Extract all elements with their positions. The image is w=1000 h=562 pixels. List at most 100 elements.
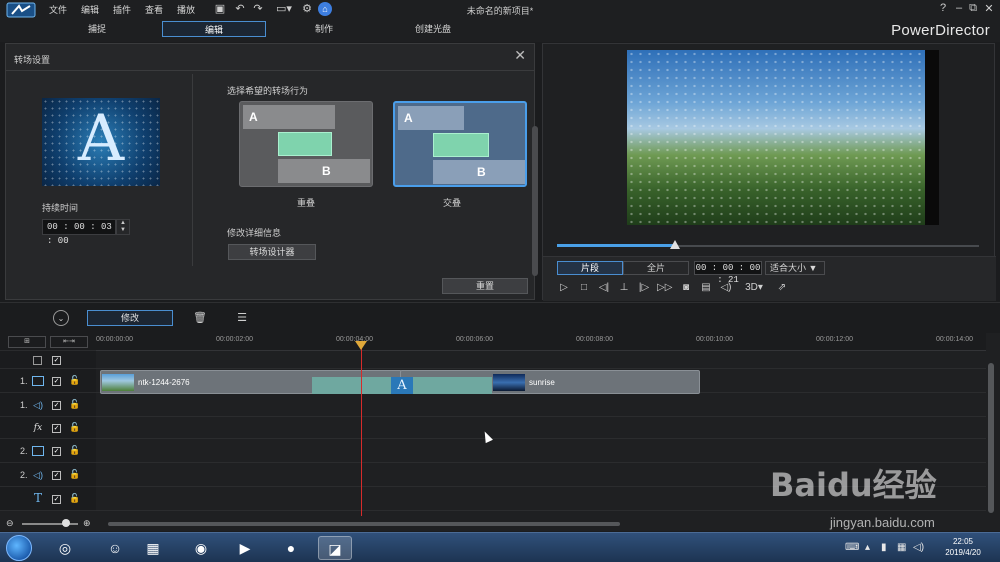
- taskbar-qq-icon[interactable]: ☺: [98, 536, 132, 560]
- fit-timeline-icon[interactable]: ⊞: [8, 336, 46, 348]
- playhead-handle[interactable]: [355, 341, 367, 350]
- taskbar-media-icon[interactable]: ▶: [228, 536, 262, 560]
- zoom-fit-select[interactable]: 适合大小 ▼: [765, 261, 825, 275]
- taskbar-360-icon[interactable]: ◎: [48, 536, 82, 560]
- time-ruler[interactable]: 00:00:00:00 00:00:02:00 00:00:04:00 00:0…: [96, 333, 986, 351]
- taskbar-recorder-icon[interactable]: ●: [274, 536, 308, 560]
- lock-icon[interactable]: 🔓: [69, 493, 80, 504]
- window-title: 未命名的新项目*: [466, 6, 534, 16]
- title-track-icon: T: [33, 491, 42, 505]
- zoom-in-icon[interactable]: ⊕: [83, 518, 91, 529]
- timeline-header: ⊞ ⇤⇥: [0, 333, 96, 351]
- modify-button[interactable]: 修改: [87, 310, 173, 326]
- toolbar-divider: [0, 302, 1000, 303]
- tick-label: 00:00:08:00: [576, 336, 613, 343]
- subtitle-icon[interactable]: ▤: [699, 281, 713, 295]
- track-number: 1.: [20, 400, 28, 410]
- fx-track-icon: fx: [33, 423, 43, 433]
- track-row-audio-1[interactable]: [96, 393, 986, 417]
- taskbar-firefox-icon[interactable]: ◉: [184, 536, 218, 560]
- timeline-vertical-scrollbar[interactable]: [988, 363, 994, 513]
- thumbnail-letter: A: [77, 102, 125, 176]
- preview-panel: 片段 全片 00 : 00 : 00 : 21 适合大小 ▼ ▷ □ ◁| ⊥ …: [542, 43, 996, 301]
- close-icon[interactable]: ✕: [514, 47, 526, 64]
- duration-stepper[interactable]: ▲ ▼: [116, 219, 130, 235]
- clip-mode-button[interactable]: 片段: [557, 261, 623, 275]
- track-enable-checkbox[interactable]: ✓: [52, 377, 61, 386]
- enable-all-checkbox[interactable]: ✓: [52, 356, 61, 365]
- close-window-icon[interactable]: ✕: [982, 2, 996, 15]
- start-button[interactable]: [6, 535, 32, 561]
- split-icon[interactable]: ⊥: [617, 281, 631, 295]
- crossfade-block: [433, 133, 489, 157]
- tab-create-disc[interactable]: 创建光盘: [381, 21, 485, 37]
- settings-vertical-scrollbar[interactable]: [532, 126, 538, 276]
- audio-track-icon: ◁): [33, 470, 43, 480]
- track-enable-checkbox[interactable]: ✓: [52, 401, 61, 410]
- zoom-slider-handle[interactable]: [62, 519, 70, 527]
- clock-time: 22:05: [952, 537, 974, 546]
- duration-label: 持续时间: [42, 203, 79, 213]
- zoom-out-icon[interactable]: ⊖: [6, 518, 14, 529]
- stop-icon[interactable]: □: [577, 281, 591, 295]
- 3d-mode-button[interactable]: 3D▾: [741, 281, 767, 295]
- fast-forward-icon[interactable]: ▷▷: [657, 281, 672, 295]
- tray-network-icon[interactable]: ▦: [897, 542, 906, 553]
- taskbar-explorer-icon[interactable]: ▦: [136, 536, 170, 560]
- track-header-all: ✓: [0, 351, 96, 369]
- preview-timecode[interactable]: 00 : 00 : 00 : 21: [694, 261, 762, 285]
- overlap-block: [278, 132, 332, 156]
- select-all-toggle[interactable]: [33, 356, 42, 365]
- track-manager-icon[interactable]: ☰: [234, 310, 250, 326]
- previous-frame-icon[interactable]: ◁|: [597, 281, 611, 295]
- lock-icon[interactable]: 🔓: [69, 375, 80, 386]
- lock-icon[interactable]: 🔓: [69, 399, 80, 410]
- taskbar-powerdirector-icon[interactable]: ◪: [318, 536, 352, 560]
- clip-name: ntk-1244-2676: [138, 378, 190, 387]
- movie-mode-button[interactable]: 全片: [623, 261, 689, 275]
- playback-slider-handle[interactable]: [670, 240, 680, 249]
- preview-screen: [627, 50, 925, 225]
- trash-icon[interactable]: 🗑: [192, 310, 208, 326]
- taskbar-clock[interactable]: 22:05 2019/4/20: [938, 536, 988, 558]
- tab-produce[interactable]: 制作: [272, 21, 376, 37]
- lock-icon[interactable]: 🔓: [69, 445, 80, 456]
- column-divider: [192, 74, 193, 266]
- transition-settings-panel: 转场设置 ✕ A 持续时间 00 : 00 : 03 : 00 ▲ ▼ 选择希望的…: [5, 43, 538, 312]
- behavior-card-overlap[interactable]: A B: [239, 101, 373, 187]
- tray-show-hidden-icon[interactable]: ▴: [865, 542, 870, 553]
- transition-marker[interactable]: A: [391, 377, 413, 394]
- next-frame-icon[interactable]: |▷: [637, 281, 651, 295]
- tray-keyboard-icon[interactable]: ⌨: [845, 542, 859, 553]
- tray-battery-icon[interactable]: ▮: [881, 542, 887, 553]
- play-icon[interactable]: ▷: [557, 281, 571, 295]
- tray-volume-icon[interactable]: ◁): [913, 542, 924, 553]
- preview-letterbox: [925, 50, 939, 225]
- expand-icon[interactable]: ⌄: [53, 310, 69, 326]
- timeline-scroll-thumb[interactable]: [108, 522, 620, 526]
- lock-icon[interactable]: 🔓: [69, 422, 80, 433]
- title-bar: 文件 编辑 插件 查看 播放 ▣ ↶ ↷ ▭▾ ⚙ ⌂ 未命名的新项目* ? –…: [0, 0, 1000, 18]
- behavior-card-crossfade[interactable]: A B: [393, 101, 527, 187]
- help-button[interactable]: ?: [936, 2, 950, 14]
- tab-capture[interactable]: 捕捉: [45, 21, 149, 37]
- minimize-icon[interactable]: –: [952, 2, 966, 14]
- behavior-heading: 选择希望的转场行为: [227, 86, 309, 96]
- duration-input[interactable]: 00 : 00 : 03 : 00: [42, 219, 116, 246]
- tab-edit[interactable]: 编辑: [162, 21, 266, 37]
- track-enable-checkbox[interactable]: ✓: [52, 495, 61, 504]
- transition-designer-button[interactable]: 转场设计器: [228, 244, 316, 260]
- reset-button[interactable]: 重置: [442, 278, 528, 294]
- zoom-timeline-icon[interactable]: ⇤⇥: [50, 336, 88, 348]
- track-enable-checkbox[interactable]: ✓: [52, 424, 61, 433]
- undock-icon[interactable]: ⇗: [775, 281, 789, 295]
- volume-icon[interactable]: ◁): [719, 281, 733, 295]
- track-row-effect[interactable]: [96, 417, 986, 439]
- lock-icon[interactable]: 🔓: [69, 469, 80, 480]
- track-enable-checkbox[interactable]: ✓: [52, 471, 61, 480]
- zoom-fit-label: 适合大小: [770, 263, 807, 273]
- restore-icon[interactable]: ⧉: [966, 2, 980, 15]
- snapshot-icon[interactable]: ◙: [679, 281, 693, 295]
- track-number: 2.: [20, 470, 28, 480]
- track-enable-checkbox[interactable]: ✓: [52, 447, 61, 456]
